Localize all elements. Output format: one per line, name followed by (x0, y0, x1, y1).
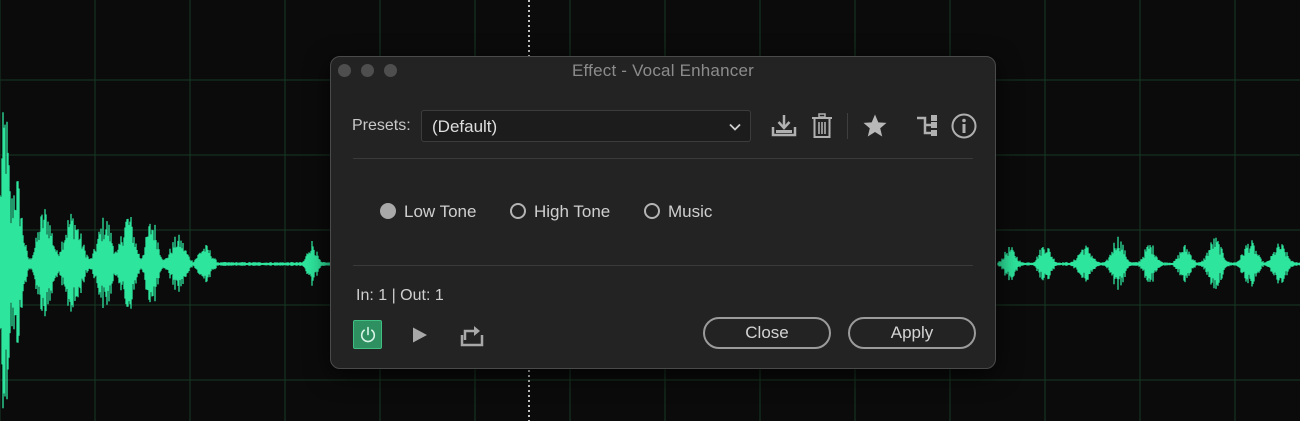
io-channel-status: In: 1 | Out: 1 (356, 287, 444, 304)
power-toggle-button[interactable] (353, 320, 382, 349)
info-icon[interactable] (950, 112, 978, 140)
apply-button[interactable]: Apply (848, 317, 976, 349)
divider-bottom (353, 265, 973, 266)
effect-dialog: Effect - Vocal Enhancer Presets: (Defaul… (330, 56, 996, 369)
radio-indicator (510, 203, 526, 219)
play-icon (413, 327, 427, 343)
favorite-star-icon[interactable] (861, 112, 889, 140)
save-preset-icon[interactable] (770, 112, 798, 140)
title-bar[interactable]: Effect - Vocal Enhancer (331, 57, 995, 85)
power-icon (360, 326, 376, 343)
divider-top (353, 158, 973, 159)
loop-icon (460, 326, 484, 347)
dialog-title: Effect - Vocal Enhancer (572, 61, 754, 80)
presets-dropdown[interactable]: (Default) (421, 110, 751, 142)
play-preview-button[interactable] (406, 321, 434, 349)
radio-indicator-checked (380, 203, 396, 219)
waveform-segment-right (997, 236, 1300, 290)
waveform-segment-left (0, 112, 331, 409)
presets-label: Presets: (352, 117, 411, 134)
radio-label: High Tone (534, 202, 611, 221)
chevron-down-icon (728, 120, 742, 139)
toolbar-divider (847, 113, 848, 139)
routing-icon[interactable] (914, 112, 942, 140)
radio-indicator (644, 203, 660, 219)
radio-label: Music (668, 202, 713, 221)
presets-selected-value: (Default) (432, 117, 498, 136)
close-button[interactable]: Close (703, 317, 831, 349)
radio-label: Low Tone (404, 202, 477, 221)
loop-preview-button[interactable] (458, 321, 486, 349)
delete-preset-icon[interactable] (808, 112, 836, 140)
